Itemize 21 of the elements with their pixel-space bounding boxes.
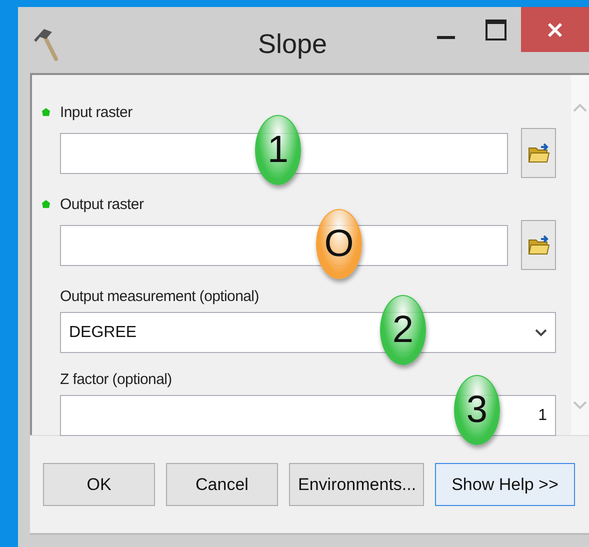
- browse-button[interactable]: [521, 220, 556, 270]
- path-field[interactable]: [60, 224, 508, 266]
- parameter-label: Z factor (optional): [60, 370, 172, 388]
- hammer-icon: [32, 26, 60, 62]
- folder-icon: [528, 234, 550, 256]
- dialog-button[interactable]: Cancel: [166, 463, 278, 506]
- minimize-icon: [437, 36, 455, 39]
- parameter-label: Input raster: [60, 104, 132, 120]
- maximize-icon: [485, 18, 507, 40]
- dialog-button[interactable]: Environments...: [289, 463, 424, 506]
- path-field[interactable]: [60, 132, 508, 174]
- folder-icon: [528, 142, 550, 164]
- dialog-button[interactable]: Show Help >>: [435, 463, 575, 506]
- parameter-label: Output raster: [60, 196, 144, 212]
- dialog-button[interactable]: OK: [43, 463, 155, 506]
- parameter-label: Output measurement (optional): [60, 288, 259, 304]
- close-button[interactable]: [521, 7, 589, 52]
- chevron-down-icon: [535, 328, 547, 336]
- browse-button[interactable]: [521, 128, 556, 178]
- window-title: Slope: [258, 29, 328, 60]
- close-icon: [547, 22, 563, 38]
